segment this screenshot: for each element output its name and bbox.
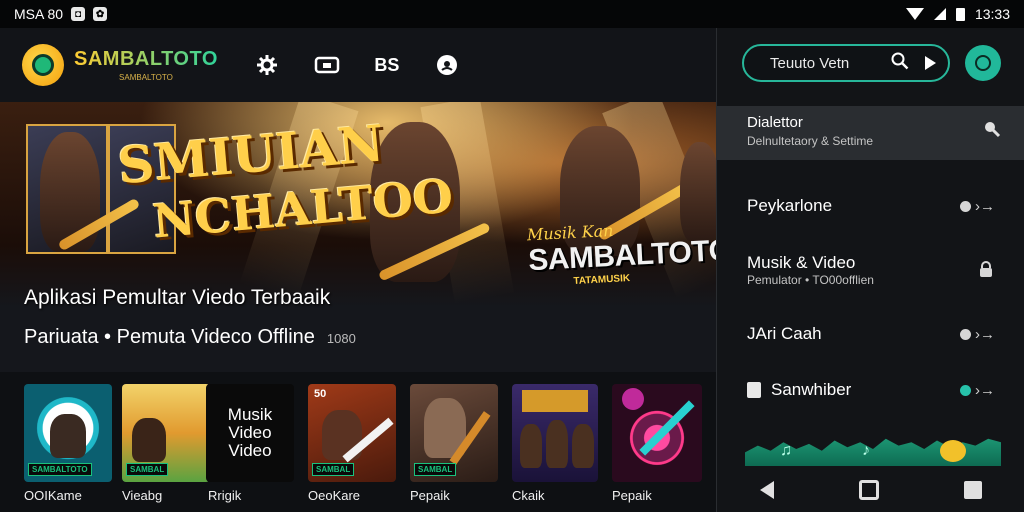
menu-item-subtitle: Delnultetaory & Settime bbox=[747, 134, 874, 148]
thumbnail-card[interactable]: Musik Video Video bbox=[206, 384, 294, 482]
menu-item-music-video[interactable]: Musik & Video Pemulator • TO00offlien bbox=[717, 246, 1024, 294]
hero-caption-title: Aplikasi Pemultar Viedo Terbaaik bbox=[24, 286, 331, 309]
chevron-right-icon: ›→ bbox=[975, 381, 995, 399]
headphones-icon: ♪ bbox=[862, 442, 870, 459]
carrier-label: MSA 80 bbox=[14, 6, 64, 22]
menu-item-trail: ›→ bbox=[960, 382, 995, 399]
back-icon[interactable] bbox=[759, 481, 774, 499]
menu-item-subtitle: Pemulator • TO00offlien bbox=[747, 273, 874, 287]
thumbnail-label: OOIKame bbox=[24, 488, 82, 503]
guitar-image bbox=[639, 400, 695, 456]
thumbnail-card[interactable]: 50 SAMBAL bbox=[308, 384, 396, 482]
menu-item-title: Dialettor bbox=[747, 114, 803, 131]
thumbnail-card[interactable] bbox=[512, 384, 598, 482]
brand-tagline: SAMBALTOTO bbox=[119, 73, 173, 82]
bs-icon[interactable]: BS bbox=[374, 52, 400, 78]
thumbnail-badge: SAMBAL bbox=[312, 463, 355, 476]
performer-image bbox=[546, 420, 568, 468]
search-bar[interactable]: Teuuto Vetn bbox=[742, 44, 950, 82]
performer-image bbox=[572, 424, 594, 468]
battery-icon bbox=[955, 7, 965, 21]
signal-icon bbox=[933, 8, 946, 20]
thumbnail-top-text: 50 bbox=[314, 388, 327, 400]
thumbnail-text: Musik Video Video bbox=[227, 405, 273, 460]
clock: 13:33 bbox=[974, 6, 1010, 22]
menu-item-label: Musik & Video bbox=[747, 253, 856, 272]
record-image bbox=[622, 388, 644, 410]
thumbnail-card[interactable]: SAMBALTOTO bbox=[24, 384, 112, 482]
gear-icon[interactable] bbox=[254, 52, 280, 78]
brand: SAMBALTOTO SAMBALTOTO bbox=[74, 48, 218, 82]
menu-item-search[interactable]: JAri Caah ›→ bbox=[717, 314, 1024, 354]
menu-item-trail: ›→ bbox=[960, 326, 995, 343]
status-dot-icon bbox=[960, 328, 971, 340]
wifi-icon bbox=[905, 8, 924, 20]
chevron-right-icon: ›→ bbox=[975, 197, 995, 215]
menu-item-settings[interactable]: Dialettor Delnultetaory & Settime bbox=[717, 106, 1024, 160]
video-icon[interactable] bbox=[314, 52, 340, 78]
hero-caption-subtitle: Pariuata • Pemuta Videco Offline 1080 bbox=[24, 326, 356, 349]
brand-logo-icon[interactable] bbox=[22, 44, 64, 86]
app-root: MSA 80 ◘ ✿ 13:33 SAMBALTOTO SAMBALTOTO B… bbox=[0, 0, 1024, 512]
thumbnail-label: Vieabg bbox=[122, 488, 163, 503]
thumbnail-card[interactable]: SAMBAL bbox=[410, 384, 498, 482]
app-notification-icon: ✿ bbox=[93, 7, 108, 21]
thumbnail-badge: SAMBALTOTO bbox=[28, 463, 92, 476]
brand-name: SAMBALTOTO bbox=[74, 48, 218, 70]
podcast-icon[interactable] bbox=[434, 52, 460, 78]
menu-item-trail: ›→ bbox=[960, 198, 995, 215]
performer-image bbox=[50, 414, 86, 458]
poster-title-art bbox=[522, 390, 588, 412]
waveform-icons: ♫ ♪ bbox=[745, 436, 1001, 466]
quality-badge: 1080 bbox=[326, 331, 356, 346]
thumbnail-label: Pepaik bbox=[410, 488, 450, 503]
thumbnail-label: Pepaik bbox=[612, 488, 652, 503]
menu-item-subscriber[interactable]: Sanwhiber ›→ bbox=[717, 370, 1024, 410]
menu-item-label: JAri Caah bbox=[747, 324, 822, 343]
play-icon[interactable] bbox=[925, 56, 936, 70]
thumbnail-label: Ckaik bbox=[512, 488, 545, 503]
thumbnail-card[interactable]: SAMBAL bbox=[122, 384, 210, 482]
menu-item-playlist[interactable]: Peykarlone ›→ bbox=[717, 186, 1024, 226]
menu-item-label: Peykarlone bbox=[747, 196, 833, 215]
search-icon[interactable] bbox=[891, 52, 909, 75]
top-nav: BS bbox=[254, 52, 460, 78]
system-nav-bar bbox=[717, 468, 1024, 512]
hero-banner[interactable]: SMIUIAN NCHALTOO Musik Kan SAMBALTOTO TA… bbox=[0, 102, 716, 372]
avatar[interactable] bbox=[965, 45, 1001, 81]
recents-icon[interactable] bbox=[964, 481, 983, 499]
thumbnail-badge: SAMBAL bbox=[414, 463, 457, 476]
search-icon[interactable] bbox=[983, 120, 1001, 143]
status-dot-icon bbox=[960, 200, 971, 212]
status-dot-icon bbox=[960, 384, 971, 396]
home-icon[interactable] bbox=[858, 480, 879, 500]
music-note-icon: ♫ bbox=[780, 442, 792, 459]
side-panel: Teuuto Vetn Dialettor Delnultetaory & Se… bbox=[716, 28, 1024, 512]
lock-icon bbox=[980, 261, 992, 277]
performer-image bbox=[132, 418, 166, 462]
hero-caption-text: Pariuata • Pemuta Videco Offline bbox=[24, 326, 315, 348]
menu-item-label: Sanwhiber bbox=[771, 380, 852, 399]
thumbnail-badge: SAMBAL bbox=[126, 463, 169, 476]
thumbnail-label: Rrigik bbox=[208, 488, 242, 503]
search-input[interactable]: Teuuto Vetn bbox=[770, 55, 849, 72]
smiley-icon bbox=[940, 440, 966, 462]
thumbnail-row: SAMBALTOTO OOIKame SAMBAL Vieabg Musik V… bbox=[0, 372, 716, 512]
thumbnail-card[interactable] bbox=[612, 384, 702, 482]
menu-item-text: Musik & Video Pemulator • TO00offlien bbox=[747, 253, 874, 287]
document-icon bbox=[747, 382, 761, 398]
chevron-right-icon: ›→ bbox=[975, 325, 995, 343]
notification-icon: ◘ bbox=[71, 7, 86, 21]
menu-item-trail bbox=[977, 261, 995, 279]
app-bar: SAMBALTOTO SAMBALTOTO BS bbox=[0, 28, 716, 102]
hero-brand-art: Musik Kan SAMBALTOTO TATAMUSIK bbox=[526, 215, 716, 290]
performer-image bbox=[520, 424, 542, 468]
status-bar: MSA 80 ◘ ✿ 13:33 bbox=[0, 0, 1024, 28]
thumbnail-label: OeoKare bbox=[308, 488, 361, 503]
